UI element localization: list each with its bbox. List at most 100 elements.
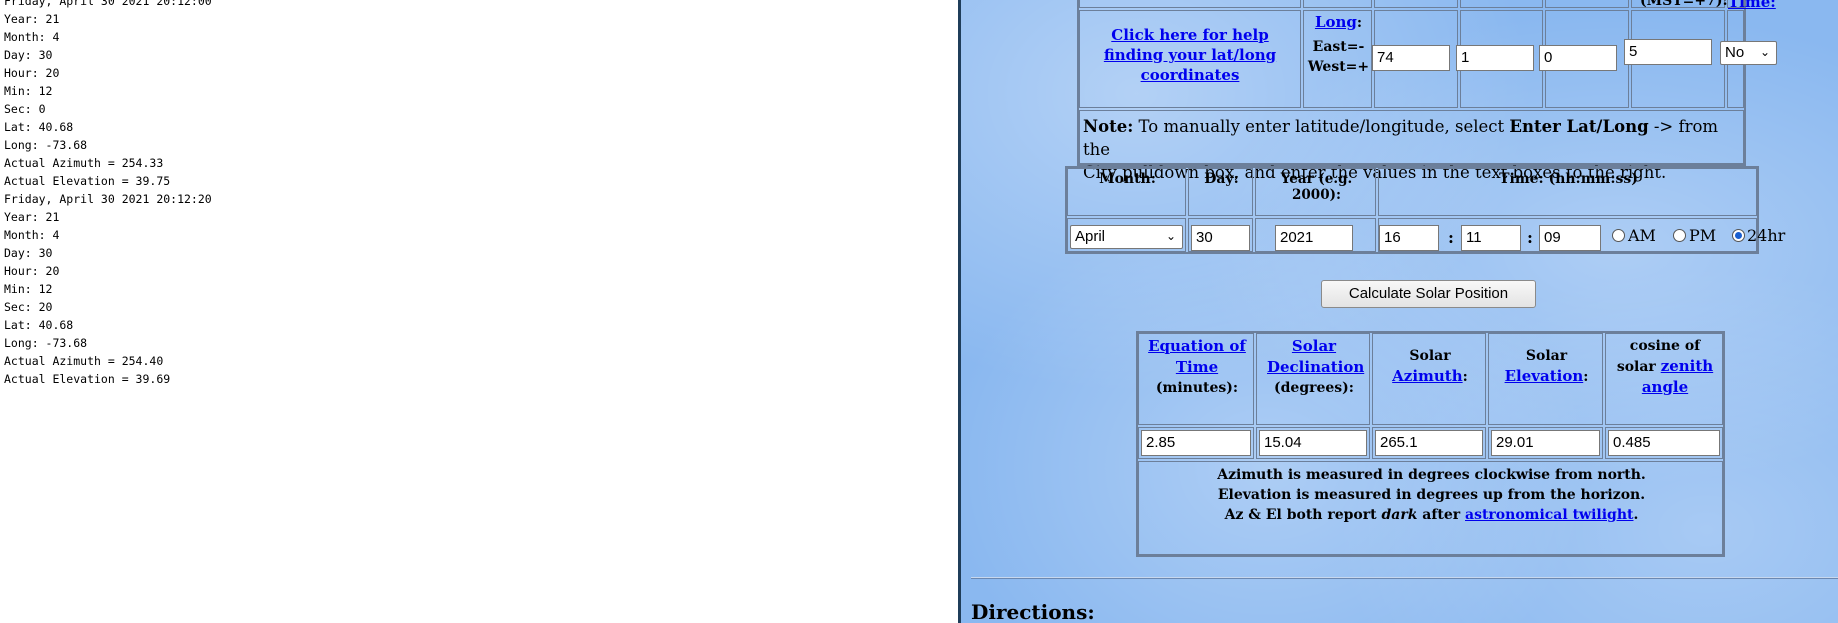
console-line: Year: 21: [4, 210, 60, 224]
console-line: Hour: 20: [4, 66, 60, 80]
console-output-pane: Friday, April 30 2021 20:12:00 Year: 21 Mo…: [0, 0, 958, 623]
console-line: Lat: 40.68: [4, 120, 74, 134]
console-line: Month: 4: [4, 228, 60, 242]
long-degrees-input[interactable]: 74: [1372, 45, 1450, 71]
zenith-prefix-2: solar: [1616, 359, 1656, 375]
time-header-cell: Time: (hh:mm:ss): [1378, 168, 1757, 216]
location-header-cell: [1374, 0, 1458, 8]
calculate-solar-position-button[interactable]: Calculate Solar Position: [1321, 280, 1536, 308]
month-header-cell: Month:: [1067, 168, 1186, 216]
console-line: Actual Azimuth = 254.33: [4, 156, 164, 170]
elevation-prefix: Solar: [1525, 348, 1568, 364]
long-label-cell: Long: East=- West=+: [1303, 10, 1372, 108]
solar-declination-link[interactable]: Solar Declination: [1267, 337, 1364, 376]
azimuth-colon: :: [1462, 369, 1468, 385]
console-line: Sec: 0: [4, 102, 46, 116]
console-line: Actual Elevation = 39.69: [4, 372, 171, 386]
console-line: Friday, April 30 2021 20:12:00: [4, 0, 212, 8]
console-line: Actual Elevation = 39.75: [4, 174, 171, 188]
note-cell: Note: To manually enter latitude/longitu…: [1079, 110, 1744, 182]
solar-elevation-output[interactable]: 29.01: [1491, 430, 1600, 456]
year-header-cell: Year (e.g. 2000):: [1255, 168, 1376, 216]
east-label: East=-: [1312, 39, 1365, 55]
zenith-header-cell: cosine of solar zenith angle: [1605, 333, 1723, 425]
second-input[interactable]: 09: [1539, 225, 1601, 251]
note-text-1: To manually enter latitude/longitude, se…: [1133, 117, 1510, 136]
timezone-header-cell: (MST=+7):: [1631, 0, 1728, 9]
console-line: Actual Azimuth = 254.40: [4, 354, 164, 368]
location-header-cell: [1545, 0, 1629, 8]
dark-note-b: after: [1417, 507, 1465, 523]
pm-radio[interactable]: [1673, 229, 1686, 242]
note-bold-label: Note:: [1083, 117, 1134, 136]
console-line: Long: -73.68: [4, 138, 88, 152]
eot-header-cell: Equation of Time (minutes):: [1138, 333, 1254, 425]
month-select[interactable]: April ⌄: [1070, 225, 1183, 249]
dark-note-end: .: [1633, 507, 1639, 523]
solar-azimuth-output[interactable]: 265.1: [1375, 430, 1483, 456]
declination-unit: (degrees):: [1274, 380, 1354, 396]
eot-unit: (minutes):: [1155, 380, 1239, 396]
time-colon: :: [1527, 228, 1533, 247]
solar-calculator-page: (MST=+7): Time: Click here for help find…: [961, 0, 1838, 623]
azimuth-prefix: Solar: [1409, 348, 1451, 364]
help-cell: Click here for help finding your lat/lon…: [1079, 10, 1301, 108]
location-header-cell: [1460, 0, 1543, 8]
location-header-cell: [1079, 0, 1301, 8]
day-header-cell: Day:: [1188, 168, 1253, 216]
24hr-label: 24hr: [1747, 226, 1786, 245]
am-radio[interactable]: [1612, 229, 1625, 242]
pm-label: PM: [1689, 226, 1717, 245]
24hr-radio[interactable]: [1732, 229, 1745, 242]
month-selected-value: April: [1075, 228, 1106, 245]
declination-header-cell: Solar Declination (degrees):: [1256, 333, 1370, 425]
year-label: Year (e.g. 2000):: [1280, 171, 1353, 203]
equation-of-time-output[interactable]: 2.85: [1141, 430, 1251, 456]
console-line: Month: 4: [4, 30, 60, 44]
time-colon: :: [1448, 228, 1454, 247]
azimuth-note: Azimuth is measured in degrees clockwise…: [1217, 467, 1646, 483]
zenith-prefix: cosine of: [1629, 338, 1701, 354]
elevation-note: Elevation is measured in degrees up from…: [1217, 487, 1646, 503]
year-input[interactable]: 2021: [1275, 225, 1353, 251]
section-divider: [971, 577, 1838, 579]
hour-input[interactable]: 16: [1379, 225, 1439, 251]
dst-selected-value: No: [1725, 44, 1745, 61]
console-line: Min: 12: [4, 84, 53, 98]
console-line: Friday, April 30 2021 20:12:20: [4, 192, 212, 206]
timezone-input[interactable]: 5: [1624, 39, 1712, 65]
results-note-cell: Azimuth is measured in degrees clockwise…: [1138, 461, 1723, 555]
location-header-cell: [1303, 0, 1372, 8]
am-label: AM: [1628, 226, 1656, 245]
dark-note-a: Az & El both report: [1224, 507, 1382, 523]
elevation-link[interactable]: Elevation: [1505, 367, 1584, 385]
elevation-colon: :: [1583, 369, 1589, 385]
day-input[interactable]: 30: [1191, 225, 1250, 251]
console-line: Hour: 20: [4, 264, 60, 278]
azimuth-link[interactable]: Azimuth: [1392, 367, 1462, 385]
console-line: Sec: 20: [4, 300, 53, 314]
west-label: West=+: [1307, 59, 1370, 75]
console-line: Long: -73.68: [4, 336, 88, 350]
cosine-zenith-output[interactable]: 0.485: [1608, 430, 1720, 456]
console-line: Day: 30: [4, 246, 53, 260]
long-link[interactable]: Long: [1315, 13, 1357, 31]
console-line: Day: 30: [4, 48, 53, 62]
long-colon: :: [1356, 15, 1363, 31]
long-minutes-input[interactable]: 1: [1456, 45, 1534, 71]
console-line: Min: 12: [4, 282, 53, 296]
dst-select[interactable]: No ⌄: [1720, 41, 1777, 65]
timezone-label: (MST=+7):: [1640, 0, 1728, 9]
day-label: Day:: [1204, 171, 1239, 187]
solar-declination-output[interactable]: 15.04: [1259, 430, 1367, 456]
lat-long-help-link[interactable]: Click here for help finding your lat/lon…: [1092, 25, 1288, 85]
console-line: Lat: 40.68: [4, 318, 74, 332]
elevation-header-cell: Solar Elevation:: [1488, 333, 1603, 425]
note-enter-latlong: Enter Lat/Long: [1509, 117, 1649, 136]
long-seconds-input[interactable]: 0: [1539, 45, 1617, 71]
azimuth-header-cell: Solar Azimuth:: [1372, 333, 1486, 425]
equation-of-time-link[interactable]: Equation of Time: [1148, 337, 1246, 376]
minute-input[interactable]: 11: [1461, 225, 1521, 251]
console-log: Friday, April 30 2021 20:12:00 Year: 21 Mo…: [4, 0, 212, 388]
astronomical-twilight-link[interactable]: astronomical twilight: [1465, 507, 1633, 523]
